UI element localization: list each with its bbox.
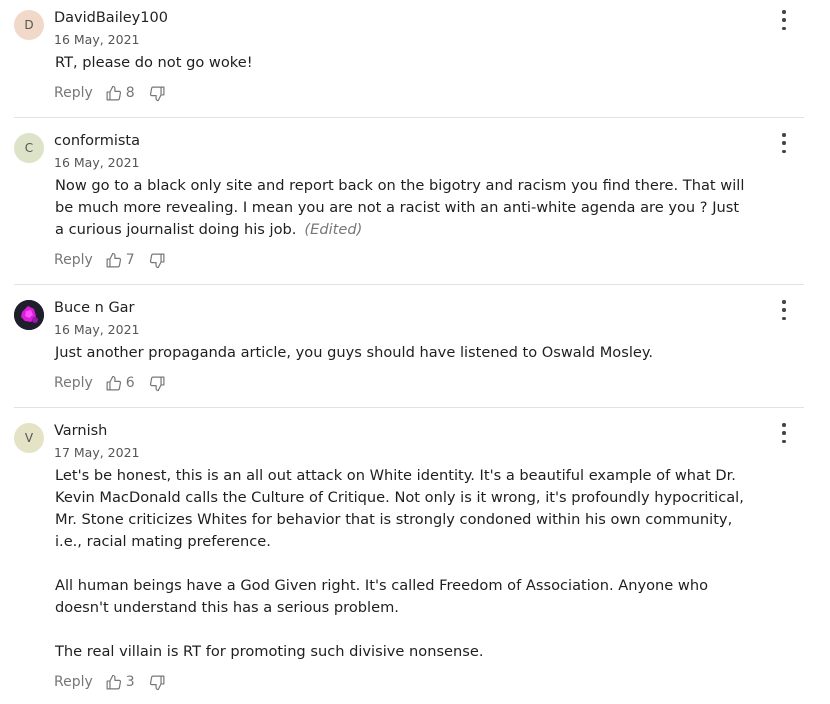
more-options-icon[interactable]	[777, 423, 791, 443]
edited-label: (Edited)	[304, 221, 363, 238]
more-options-icon[interactable]	[777, 10, 791, 30]
like-count: 7	[125, 252, 135, 268]
thumbs-up-icon	[106, 85, 121, 100]
avatar[interactable]: V	[14, 423, 44, 453]
comment-body: Now go to a black only site and report b…	[55, 175, 745, 241]
comment-actions: Reply 3	[54, 672, 166, 692]
dislike-button[interactable]	[149, 375, 166, 392]
comment-date: 16 May, 2021	[54, 322, 140, 337]
comment-divider	[14, 284, 804, 285]
like-button[interactable]: 6	[105, 375, 149, 392]
comment-paragraph: Just another propaganda article, you guy…	[55, 344, 654, 361]
comment-divider	[14, 407, 804, 408]
comment-paragraph: Let's be honest, this is an all out atta…	[55, 467, 744, 550]
comment-author[interactable]: Buce n Gar	[54, 300, 135, 316]
comment-paragraph: All human beings have a God Given right.…	[55, 577, 709, 616]
reply-button[interactable]: Reply	[54, 375, 93, 391]
like-button[interactable]: 8	[105, 85, 149, 102]
avatar[interactable]: D	[14, 10, 44, 40]
comment-date: 17 May, 2021	[54, 445, 140, 460]
thumbs-down-icon	[149, 253, 165, 268]
avatar-letter: V	[24, 431, 34, 445]
comment-author[interactable]: Varnish	[54, 423, 107, 439]
comment-date: 16 May, 2021	[54, 32, 140, 47]
comment-actions: Reply 7	[54, 250, 166, 270]
like-count: 6	[125, 375, 135, 391]
like-button[interactable]: 3	[105, 674, 149, 691]
comment-author[interactable]: conformista	[54, 133, 140, 149]
comment-paragraph: Now go to a black only site and report b…	[55, 175, 745, 241]
avatar[interactable]	[14, 300, 44, 330]
thumbs-up-icon	[106, 375, 121, 390]
avatar-letter: C	[24, 141, 34, 155]
thumbs-down-icon	[149, 675, 165, 690]
like-button[interactable]: 7	[105, 252, 149, 269]
thumbs-down-icon	[149, 376, 165, 391]
comment-divider	[14, 117, 804, 118]
reply-button[interactable]: Reply	[54, 85, 93, 101]
comment-paragraph: The real villain is RT for promoting suc…	[55, 643, 484, 660]
avatar-image	[14, 300, 44, 330]
avatar[interactable]: C	[14, 133, 44, 163]
dislike-button[interactable]	[149, 85, 166, 102]
comment-actions: Reply 8	[54, 83, 166, 103]
comment-author[interactable]: DavidBailey100	[54, 10, 168, 26]
comment-body: RT, please do not go woke!	[55, 52, 775, 74]
thumbs-down-icon	[149, 86, 165, 101]
comment-paragraph: RT, please do not go woke!	[55, 54, 253, 71]
more-options-icon[interactable]	[777, 300, 791, 320]
dislike-button[interactable]	[149, 252, 166, 269]
comment-actions: Reply 6	[54, 373, 166, 393]
like-count: 3	[125, 674, 135, 690]
comment-date: 16 May, 2021	[54, 155, 140, 170]
thumbs-up-icon	[106, 674, 121, 689]
like-count: 8	[125, 85, 135, 101]
avatar-letter: D	[24, 18, 34, 32]
thumbs-up-icon	[106, 252, 121, 267]
reply-button[interactable]: Reply	[54, 252, 93, 268]
reply-button[interactable]: Reply	[54, 674, 93, 690]
comment-body: Let's be honest, this is an all out atta…	[55, 465, 760, 663]
dislike-button[interactable]	[149, 674, 166, 691]
comment-body: Just another propaganda article, you guy…	[55, 342, 775, 364]
comment-text: Now go to a black only site and report b…	[55, 177, 745, 238]
more-options-icon[interactable]	[777, 133, 791, 153]
